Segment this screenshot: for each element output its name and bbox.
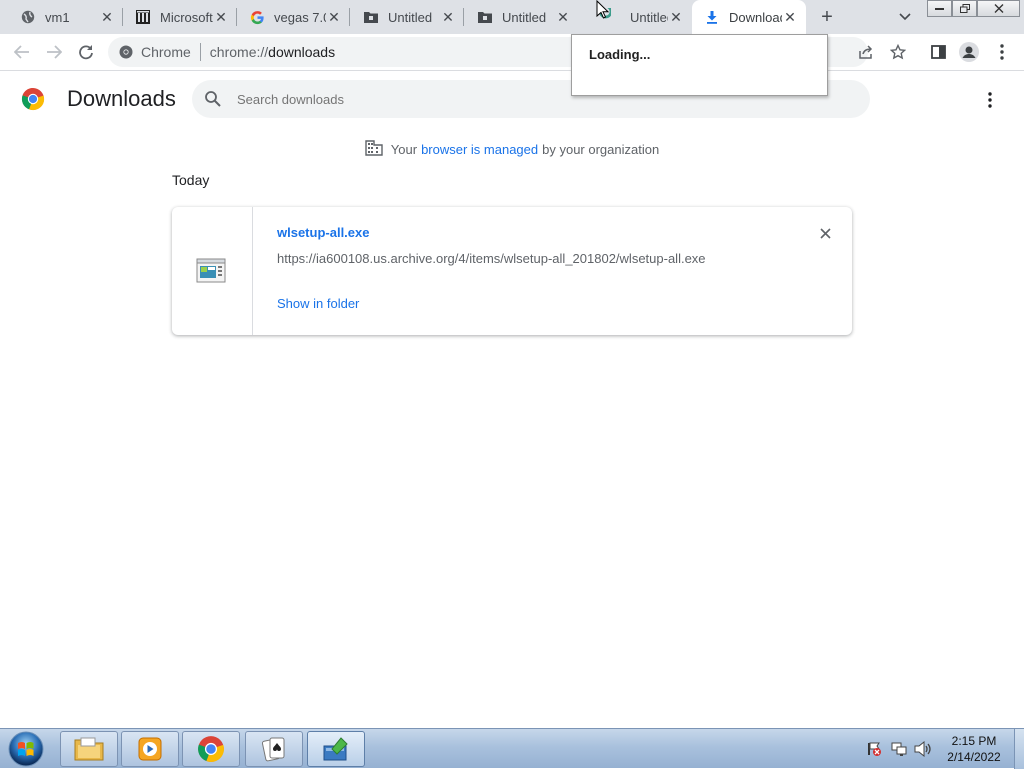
reload-button[interactable] — [74, 40, 98, 64]
tab-search-button[interactable] — [896, 8, 914, 26]
star-icon — [890, 44, 906, 60]
chrome-icon — [198, 736, 224, 762]
more-vert-icon — [1000, 44, 1004, 60]
explorer-icon — [74, 737, 104, 761]
tab-title: Microsoft — [160, 9, 213, 25]
forward-arrow-icon — [47, 45, 62, 59]
tab-strip: vm1 ✕ Microsoft ✕ vegas 7.0 ✕ Untitled ✕… — [0, 0, 1024, 34]
site-chip: Chrome — [141, 44, 191, 60]
managed-prefix: Your — [390, 141, 418, 157]
volume-icon[interactable] — [914, 740, 932, 758]
clock[interactable]: 2:15 PM 2/14/2022 — [938, 733, 1010, 765]
restore-icon — [959, 4, 970, 13]
mouse-cursor-icon — [596, 0, 610, 20]
tab-untitled-2[interactable]: Untitled ✕ — [464, 0, 579, 34]
close-icon[interactable]: ✕ — [555, 9, 571, 25]
network-icon[interactable] — [891, 741, 907, 757]
downloads-menu-button[interactable] — [980, 90, 1000, 110]
file-icon — [196, 258, 228, 284]
archive-icon — [135, 9, 151, 25]
section-header: Today — [172, 172, 210, 188]
remove-download-button[interactable] — [817, 225, 833, 241]
bookmark-button[interactable] — [886, 40, 910, 64]
new-tab-button[interactable]: + — [816, 6, 838, 28]
taskbar-media-player[interactable] — [121, 731, 179, 767]
tab-untitled-1[interactable]: Untitled ✕ — [350, 0, 464, 34]
taskbar-chrome[interactable] — [182, 731, 240, 767]
managed-link[interactable]: browser is managed — [421, 142, 538, 157]
url-scheme: chrome:// — [209, 44, 269, 60]
windows-taskbar: 2:15 PM 2/14/2022 — [0, 728, 1024, 769]
close-icon[interactable]: ✕ — [440, 9, 456, 25]
media-player-icon — [138, 737, 162, 761]
tab-downloads[interactable]: Downloads ✕ — [692, 0, 806, 34]
close-icon[interactable]: ✕ — [99, 9, 115, 25]
taskbar-explorer[interactable] — [60, 731, 118, 767]
start-button[interactable] — [6, 730, 46, 768]
managed-notice: Your browser is managed by your organiza… — [0, 140, 1024, 158]
side-panel-icon — [930, 45, 946, 59]
download-filename-link[interactable]: wlsetup-all.exe — [277, 225, 369, 240]
solitaire-icon — [261, 737, 285, 762]
close-window-button[interactable] — [977, 0, 1020, 17]
tab-title: Untitled — [630, 9, 668, 25]
downloads-header: Downloads — [0, 72, 1024, 128]
action-center-icon[interactable] — [866, 741, 882, 757]
browser-toolbar: Chrome chrome:// downloads — [0, 34, 1024, 71]
building-icon — [365, 140, 383, 158]
minimize-button[interactable] — [927, 0, 952, 17]
close-icon[interactable]: ✕ — [213, 9, 229, 25]
chrome-site-icon — [119, 45, 133, 59]
tab-title: vegas 7.0 — [274, 9, 326, 25]
reload-icon — [79, 45, 93, 60]
url-host: downloads — [268, 44, 336, 60]
taskbar-solitaire[interactable] — [245, 731, 303, 767]
loading-popup: Loading... — [571, 34, 828, 96]
tab-title: Downloads — [729, 9, 782, 25]
close-icon[interactable]: ✕ — [782, 9, 798, 25]
tab-vegas[interactable]: vegas 7.0 ✕ — [237, 0, 350, 34]
share-button[interactable] — [854, 40, 878, 64]
clock-time: 2:15 PM — [951, 734, 997, 748]
taskbar-installer[interactable] — [307, 731, 365, 767]
close-icon — [994, 4, 1003, 13]
windows-start-icon — [8, 731, 44, 767]
more-vert-icon — [988, 92, 992, 108]
google-icon — [249, 9, 265, 25]
forward-button[interactable] — [42, 40, 66, 64]
chrome-logo-icon — [21, 87, 45, 111]
search-icon — [204, 90, 222, 108]
share-icon — [859, 45, 873, 59]
tab-title: Untitled — [502, 9, 547, 25]
tab-title: vm1 — [45, 9, 70, 25]
tab-microsoft[interactable]: Microsoft ✕ — [123, 0, 237, 34]
managed-suffix: by your organization — [542, 141, 660, 157]
show-in-folder-link[interactable]: Show in folder — [277, 296, 359, 311]
tab-vm1[interactable]: vm1 ✕ — [0, 0, 123, 34]
close-icon — [819, 227, 831, 239]
avatar-icon — [959, 42, 979, 62]
profile-button[interactable] — [957, 40, 981, 64]
globe-icon — [20, 9, 36, 25]
close-icon[interactable]: ✕ — [326, 9, 342, 25]
chrome-menu-button[interactable] — [990, 40, 1014, 64]
restore-button[interactable] — [952, 0, 977, 17]
back-button[interactable] — [10, 40, 34, 64]
minimize-icon — [935, 8, 944, 10]
tab-title: Untitled — [388, 9, 433, 25]
chevron-down-icon — [899, 13, 911, 21]
download-url[interactable]: https://ia600108.us.archive.org/4/items/… — [277, 251, 706, 266]
clock-date: 2/14/2022 — [947, 750, 1001, 764]
close-icon[interactable]: ✕ — [668, 9, 684, 25]
side-panel-button[interactable] — [926, 40, 950, 64]
download-icon — [704, 9, 720, 25]
installer-icon — [323, 737, 348, 761]
download-item: wlsetup-all.exe https://ia600108.us.arch… — [172, 207, 852, 335]
back-arrow-icon — [14, 45, 29, 59]
folder-icon — [363, 9, 379, 25]
folder-icon — [477, 9, 493, 25]
show-desktop-button[interactable] — [1014, 729, 1024, 769]
page-title: Downloads — [67, 86, 176, 111]
loading-text: Loading... — [589, 47, 651, 62]
